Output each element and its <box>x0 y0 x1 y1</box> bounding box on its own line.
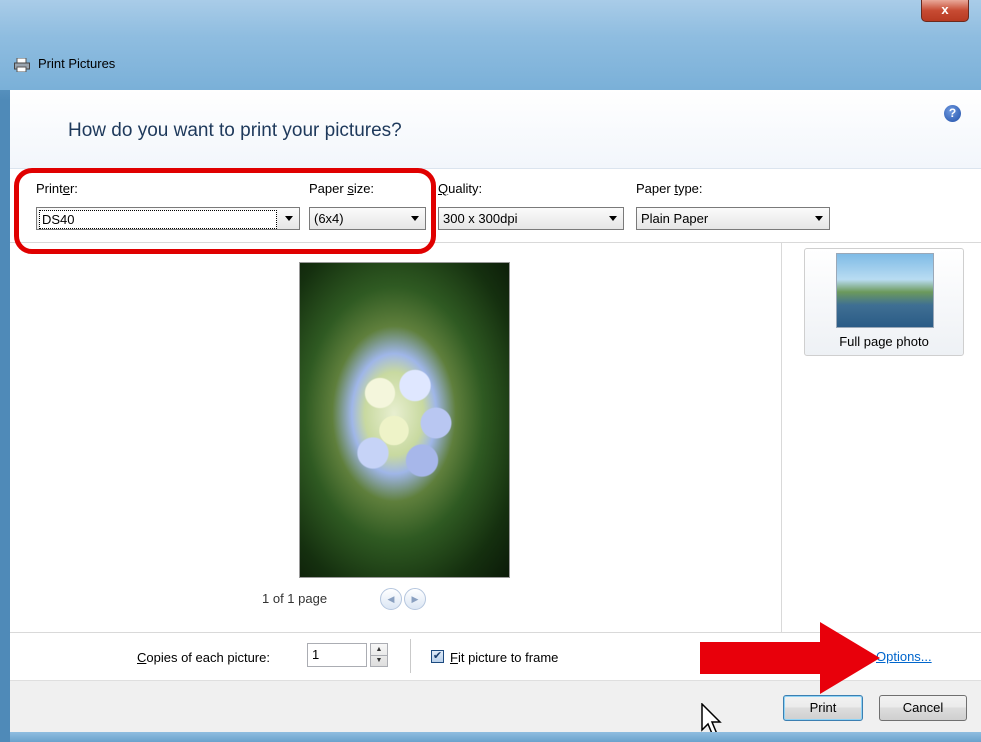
page-indicator: 1 of 1 page <box>262 591 328 606</box>
cancel-button[interactable]: Cancel <box>879 695 967 721</box>
options-link[interactable]: Options... <box>876 649 932 664</box>
options-bar: Copies of each picture: 1 ▲ ▼ ✔ Fit pict… <box>10 632 981 681</box>
printer-value: DS40 <box>39 210 277 229</box>
paper-type-label: Paper type: <box>636 181 703 196</box>
hydrangea-flower-image <box>338 348 478 498</box>
spin-down-icon[interactable]: ▼ <box>371 655 387 666</box>
preview-area: 1 of 1 page ◀ ▶ <box>10 242 781 633</box>
copies-stepper[interactable]: ▲ ▼ <box>370 643 388 667</box>
header-band: How do you want to print your pictures? <box>10 90 981 169</box>
layout-label: Full page photo <box>839 334 929 349</box>
chevron-down-icon <box>609 216 617 221</box>
quality-value: 300 x 300dpi <box>443 211 518 226</box>
paper-size-select[interactable]: (6x4) <box>309 207 426 230</box>
close-button[interactable]: x <box>921 0 969 22</box>
paper-size-label: Paper size: <box>309 181 375 196</box>
help-icon[interactable]: ? <box>944 105 961 122</box>
title-bar: Print Pictures x <box>0 0 981 90</box>
quality-label: Quality: <box>438 181 483 196</box>
close-icon: x <box>941 2 949 17</box>
paper-type-value: Plain Paper <box>641 211 709 226</box>
fit-to-frame-label[interactable]: Fit picture to frame <box>450 650 558 665</box>
chevron-down-icon <box>411 216 419 221</box>
photo-preview <box>300 263 509 577</box>
paper-size-value: (6x4) <box>314 211 344 226</box>
chevron-down-icon <box>815 216 823 221</box>
page-title: How do you want to print your pictures? <box>68 120 402 141</box>
print-button[interactable]: Print <box>783 695 863 721</box>
window-bottom-edge <box>10 732 981 742</box>
print-settings: Printer: DS40 Paper size: (6x4) Quality:… <box>10 169 981 241</box>
layouts-pane: Full page photo <box>781 242 981 633</box>
paper-type-select[interactable]: Plain Paper <box>636 207 830 230</box>
dialog-client: How do you want to print your pictures? … <box>10 90 981 742</box>
fit-to-frame-checkbox[interactable]: ✔ <box>431 650 444 663</box>
checkmark-icon: ✔ <box>432 650 443 662</box>
printer-select[interactable]: DS40 <box>36 207 300 230</box>
dialog-footer: Print Cancel <box>10 680 981 733</box>
copies-input[interactable]: 1 <box>307 643 367 667</box>
quality-select[interactable]: 300 x 300dpi <box>438 207 624 230</box>
layout-full-page-photo[interactable]: Full page photo <box>804 248 964 356</box>
arrow-right-icon: ▶ <box>411 594 419 604</box>
copies-label: Copies of each picture: <box>137 650 270 665</box>
window-title: Print Pictures <box>38 56 116 71</box>
next-page-button[interactable]: ▶ <box>404 588 426 610</box>
divider <box>410 639 411 673</box>
printer-icon <box>14 58 30 72</box>
chevron-down-icon <box>285 216 293 221</box>
printer-label: Printer: <box>36 181 78 196</box>
arrow-left-icon: ◀ <box>387 594 395 604</box>
previous-page-button[interactable]: ◀ <box>380 588 402 610</box>
landscape-thumbnail-image <box>836 253 934 328</box>
